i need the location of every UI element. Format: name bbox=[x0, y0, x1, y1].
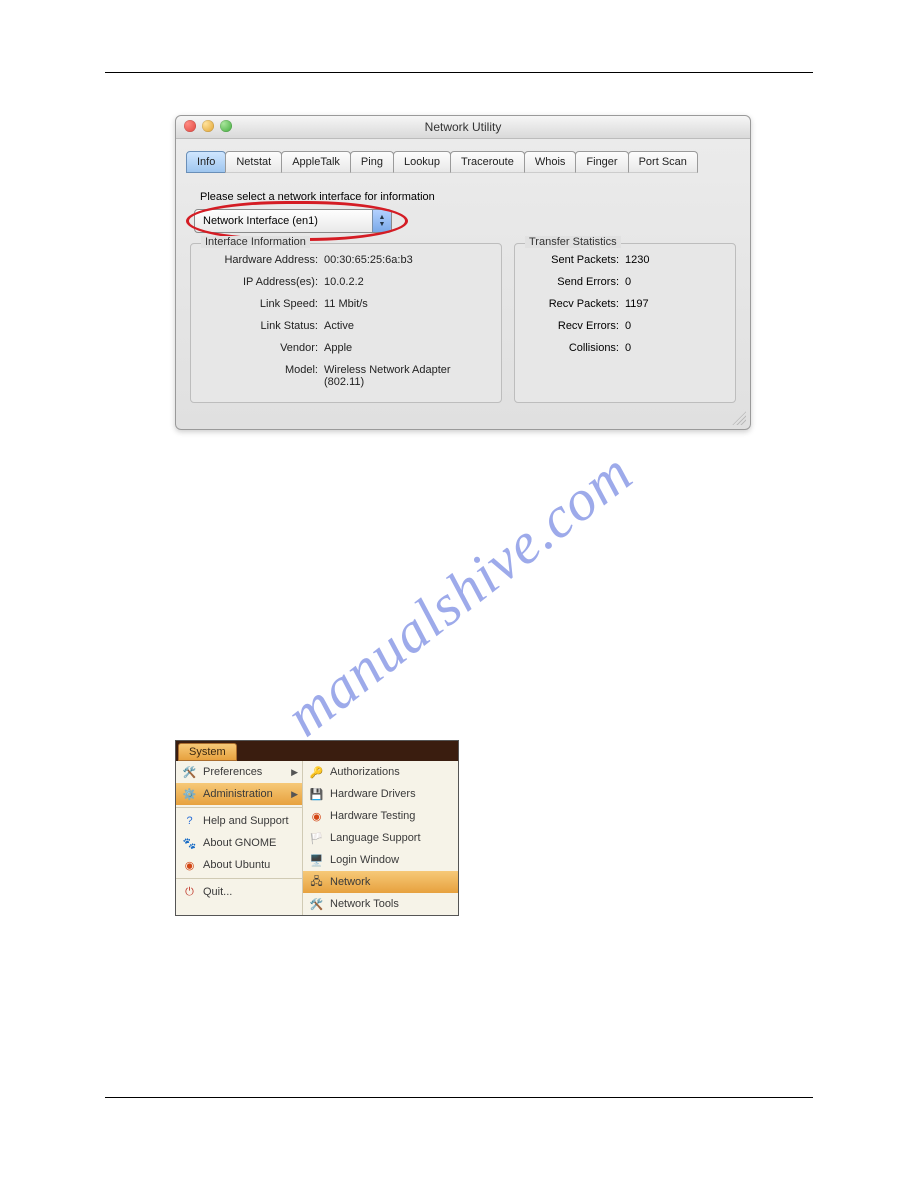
gear-icon: ⚙️ bbox=[182, 787, 197, 802]
tab-info[interactable]: Info bbox=[186, 151, 226, 173]
transfer-statistics-panel: Transfer Statistics Sent Packets: 1230 S… bbox=[514, 243, 736, 403]
menu-about-gnome[interactable]: 🐾 About GNOME bbox=[176, 832, 302, 854]
recv-packets-value: 1197 bbox=[625, 298, 723, 310]
menu-preferences[interactable]: 🛠️ Preferences ▶ bbox=[176, 761, 302, 783]
menu-help[interactable]: ? Help and Support bbox=[176, 810, 302, 832]
network-interface-select[interactable]: Network Interface (en1) ▲▼ bbox=[194, 209, 392, 233]
link-status-value: Active bbox=[324, 320, 489, 332]
panel-title-left: Interface Information bbox=[201, 236, 310, 248]
page-bottom-rule bbox=[105, 1097, 813, 1098]
sent-packets-label: Sent Packets: bbox=[527, 254, 619, 266]
recv-errors-value: 0 bbox=[625, 320, 723, 332]
collisions-value: 0 bbox=[625, 342, 723, 354]
ip-addresses-label: IP Address(es): bbox=[203, 276, 318, 288]
tab-netstat[interactable]: Netstat bbox=[225, 151, 282, 173]
send-errors-label: Send Errors: bbox=[527, 276, 619, 288]
tab-finger[interactable]: Finger bbox=[575, 151, 628, 173]
battery-icon: ◉ bbox=[309, 809, 324, 824]
mac-network-utility-screenshot: Network Utility Info Netstat AppleTalk P… bbox=[175, 115, 751, 430]
gnome-foot-icon: 🐾 bbox=[182, 836, 197, 851]
vendor-label: Vendor: bbox=[203, 342, 318, 354]
hardware-address-value: 00:30:65:25:6a:b3 bbox=[324, 254, 489, 266]
interface-information-panel: Interface Information Hardware Address: … bbox=[190, 243, 502, 403]
login-icon: 🖥️ bbox=[309, 853, 324, 868]
submenu-network[interactable]: 🖧 Network bbox=[303, 871, 458, 893]
collisions-label: Collisions: bbox=[527, 342, 619, 354]
submenu-network-tools[interactable]: 🛠️ Network Tools bbox=[303, 893, 458, 915]
model-value: Wireless Network Adapter (802.11) bbox=[324, 364, 489, 388]
submenu-login-window[interactable]: 🖥️ Login Window bbox=[303, 849, 458, 871]
vendor-value: Apple bbox=[324, 342, 489, 354]
resize-grip-icon[interactable] bbox=[732, 411, 746, 425]
watermark-text: manualshive.com bbox=[273, 439, 645, 750]
system-menu-left-column: 🛠️ Preferences ▶ ⚙️ Administration ▶ ? H… bbox=[176, 761, 302, 915]
submenu-hardware-testing[interactable]: ◉ Hardware Testing bbox=[303, 805, 458, 827]
zoom-icon[interactable] bbox=[220, 120, 232, 132]
menu-separator bbox=[176, 878, 302, 879]
submenu-hardware-drivers[interactable]: 💾 Hardware Drivers bbox=[303, 783, 458, 805]
preferences-icon: 🛠️ bbox=[182, 765, 197, 780]
ip-addresses-value: 10.0.2.2 bbox=[324, 276, 489, 288]
recv-packets-label: Recv Packets: bbox=[527, 298, 619, 310]
administration-submenu: 🔑 Authorizations 💾 Hardware Drivers ◉ Ha… bbox=[302, 761, 458, 915]
network-tools-icon: 🛠️ bbox=[309, 897, 324, 912]
sent-packets-value: 1230 bbox=[625, 254, 723, 266]
close-icon[interactable] bbox=[184, 120, 196, 132]
mac-titlebar: Network Utility bbox=[176, 116, 750, 139]
tab-traceroute[interactable]: Traceroute bbox=[450, 151, 525, 173]
menu-quit[interactable]: ⏻ Quit... bbox=[176, 881, 302, 903]
menu-about-ubuntu[interactable]: ◉ About Ubuntu bbox=[176, 854, 302, 876]
tab-whois[interactable]: Whois bbox=[524, 151, 577, 173]
tab-ping[interactable]: Ping bbox=[350, 151, 394, 173]
tab-portscan[interactable]: Port Scan bbox=[628, 151, 698, 173]
chevron-right-icon: ▶ bbox=[291, 767, 298, 778]
system-menu-tab[interactable]: System bbox=[178, 743, 237, 761]
ubuntu-logo-icon: ◉ bbox=[182, 858, 197, 873]
menu-separator bbox=[176, 807, 302, 808]
recv-errors-label: Recv Errors: bbox=[527, 320, 619, 332]
link-speed-value: 11 Mbit/s bbox=[324, 298, 489, 310]
window-title: Network Utility bbox=[425, 120, 502, 134]
submenu-authorizations[interactable]: 🔑 Authorizations bbox=[303, 761, 458, 783]
send-errors-value: 0 bbox=[625, 276, 723, 288]
panel-title-right: Transfer Statistics bbox=[525, 236, 621, 248]
ubuntu-system-menu-screenshot: System 🛠️ Preferences ▶ ⚙️ Administratio… bbox=[175, 740, 459, 916]
chevron-updown-icon: ▲▼ bbox=[372, 210, 391, 232]
submenu-language-support[interactable]: 🏳️ Language Support bbox=[303, 827, 458, 849]
key-icon: 🔑 bbox=[309, 765, 324, 780]
chevron-right-icon: ▶ bbox=[291, 789, 298, 800]
tab-appletalk[interactable]: AppleTalk bbox=[281, 151, 351, 173]
hardware-address-label: Hardware Address: bbox=[203, 254, 318, 266]
select-prompt: Please select a network interface for in… bbox=[200, 191, 736, 203]
menu-administration[interactable]: ⚙️ Administration ▶ bbox=[176, 783, 302, 805]
tab-bar: Info Netstat AppleTalk Ping Lookup Trace… bbox=[176, 139, 750, 173]
link-speed-label: Link Speed: bbox=[203, 298, 318, 310]
link-status-label: Link Status: bbox=[203, 320, 318, 332]
select-value: Network Interface (en1) bbox=[203, 215, 318, 227]
model-label: Model: bbox=[203, 364, 318, 388]
flag-icon: 🏳️ bbox=[309, 831, 324, 846]
chip-icon: 💾 bbox=[309, 787, 324, 802]
network-icon: 🖧 bbox=[309, 875, 324, 890]
power-icon: ⏻ bbox=[182, 885, 197, 900]
help-icon: ? bbox=[182, 814, 197, 829]
minimize-icon[interactable] bbox=[202, 120, 214, 132]
page-top-rule bbox=[105, 72, 813, 73]
tab-lookup[interactable]: Lookup bbox=[393, 151, 451, 173]
